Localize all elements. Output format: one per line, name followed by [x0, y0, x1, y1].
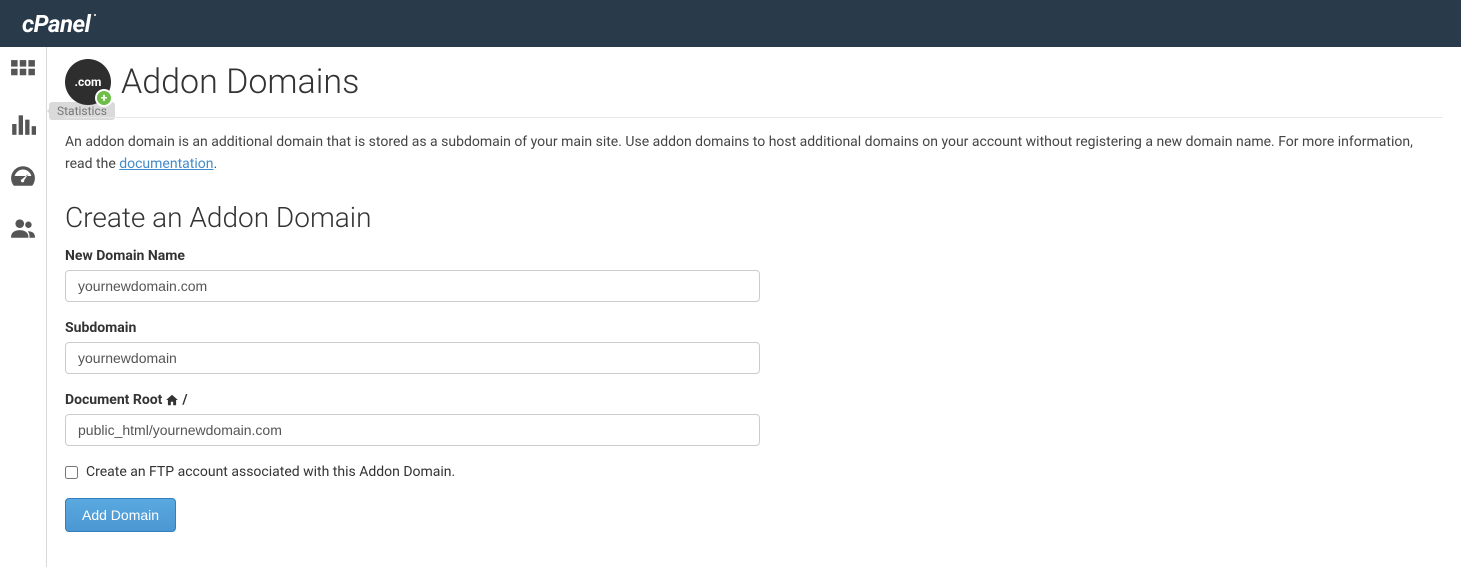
ftp-checkbox-row[interactable]: Create an FTP account associated with th… [65, 464, 1443, 480]
documentation-link[interactable]: documentation [119, 156, 213, 172]
new-domain-input[interactable] [65, 270, 760, 302]
header-bar: cPanel [0, 0, 1461, 47]
sidebar: Statistics [0, 47, 47, 567]
docroot-label: Document Root / [65, 392, 760, 408]
page-title-row: .com + Addon Domains [65, 59, 1443, 118]
docroot-input[interactable] [65, 414, 760, 446]
form-group-new-domain: New Domain Name [65, 248, 760, 302]
new-domain-label: New Domain Name [65, 248, 760, 264]
subdomain-label: Subdomain [65, 320, 760, 336]
sidebar-item-home[interactable] [0, 57, 47, 87]
ftp-checkbox-label: Create an FTP account associated with th… [86, 464, 455, 480]
bar-chart-icon [10, 111, 36, 137]
main-content: .com + Addon Domains An addon domain is … [47, 47, 1461, 567]
sidebar-item-statistics[interactable] [0, 109, 47, 139]
form-heading: Create an Addon Domain [65, 201, 1443, 234]
addon-domains-icon: .com + [65, 59, 111, 105]
grid-icon [10, 59, 36, 85]
layout: Statistics .com + Addon Domains An addon… [0, 47, 1461, 567]
ftp-checkbox[interactable] [65, 466, 78, 479]
home-icon [165, 393, 179, 407]
add-domain-button[interactable]: Add Domain [65, 498, 176, 532]
subdomain-input[interactable] [65, 342, 760, 374]
page-title: Addon Domains [121, 62, 359, 102]
sidebar-item-dashboard[interactable] [0, 161, 47, 191]
form-group-docroot: Document Root / [65, 392, 760, 446]
form-group-subdomain: Subdomain [65, 320, 760, 374]
gauge-icon [10, 163, 36, 189]
cpanel-logo[interactable]: cPanel [22, 10, 90, 38]
sidebar-item-users[interactable] [0, 213, 47, 243]
intro-text: An addon domain is an additional domain … [65, 132, 1443, 175]
users-icon [10, 215, 36, 241]
